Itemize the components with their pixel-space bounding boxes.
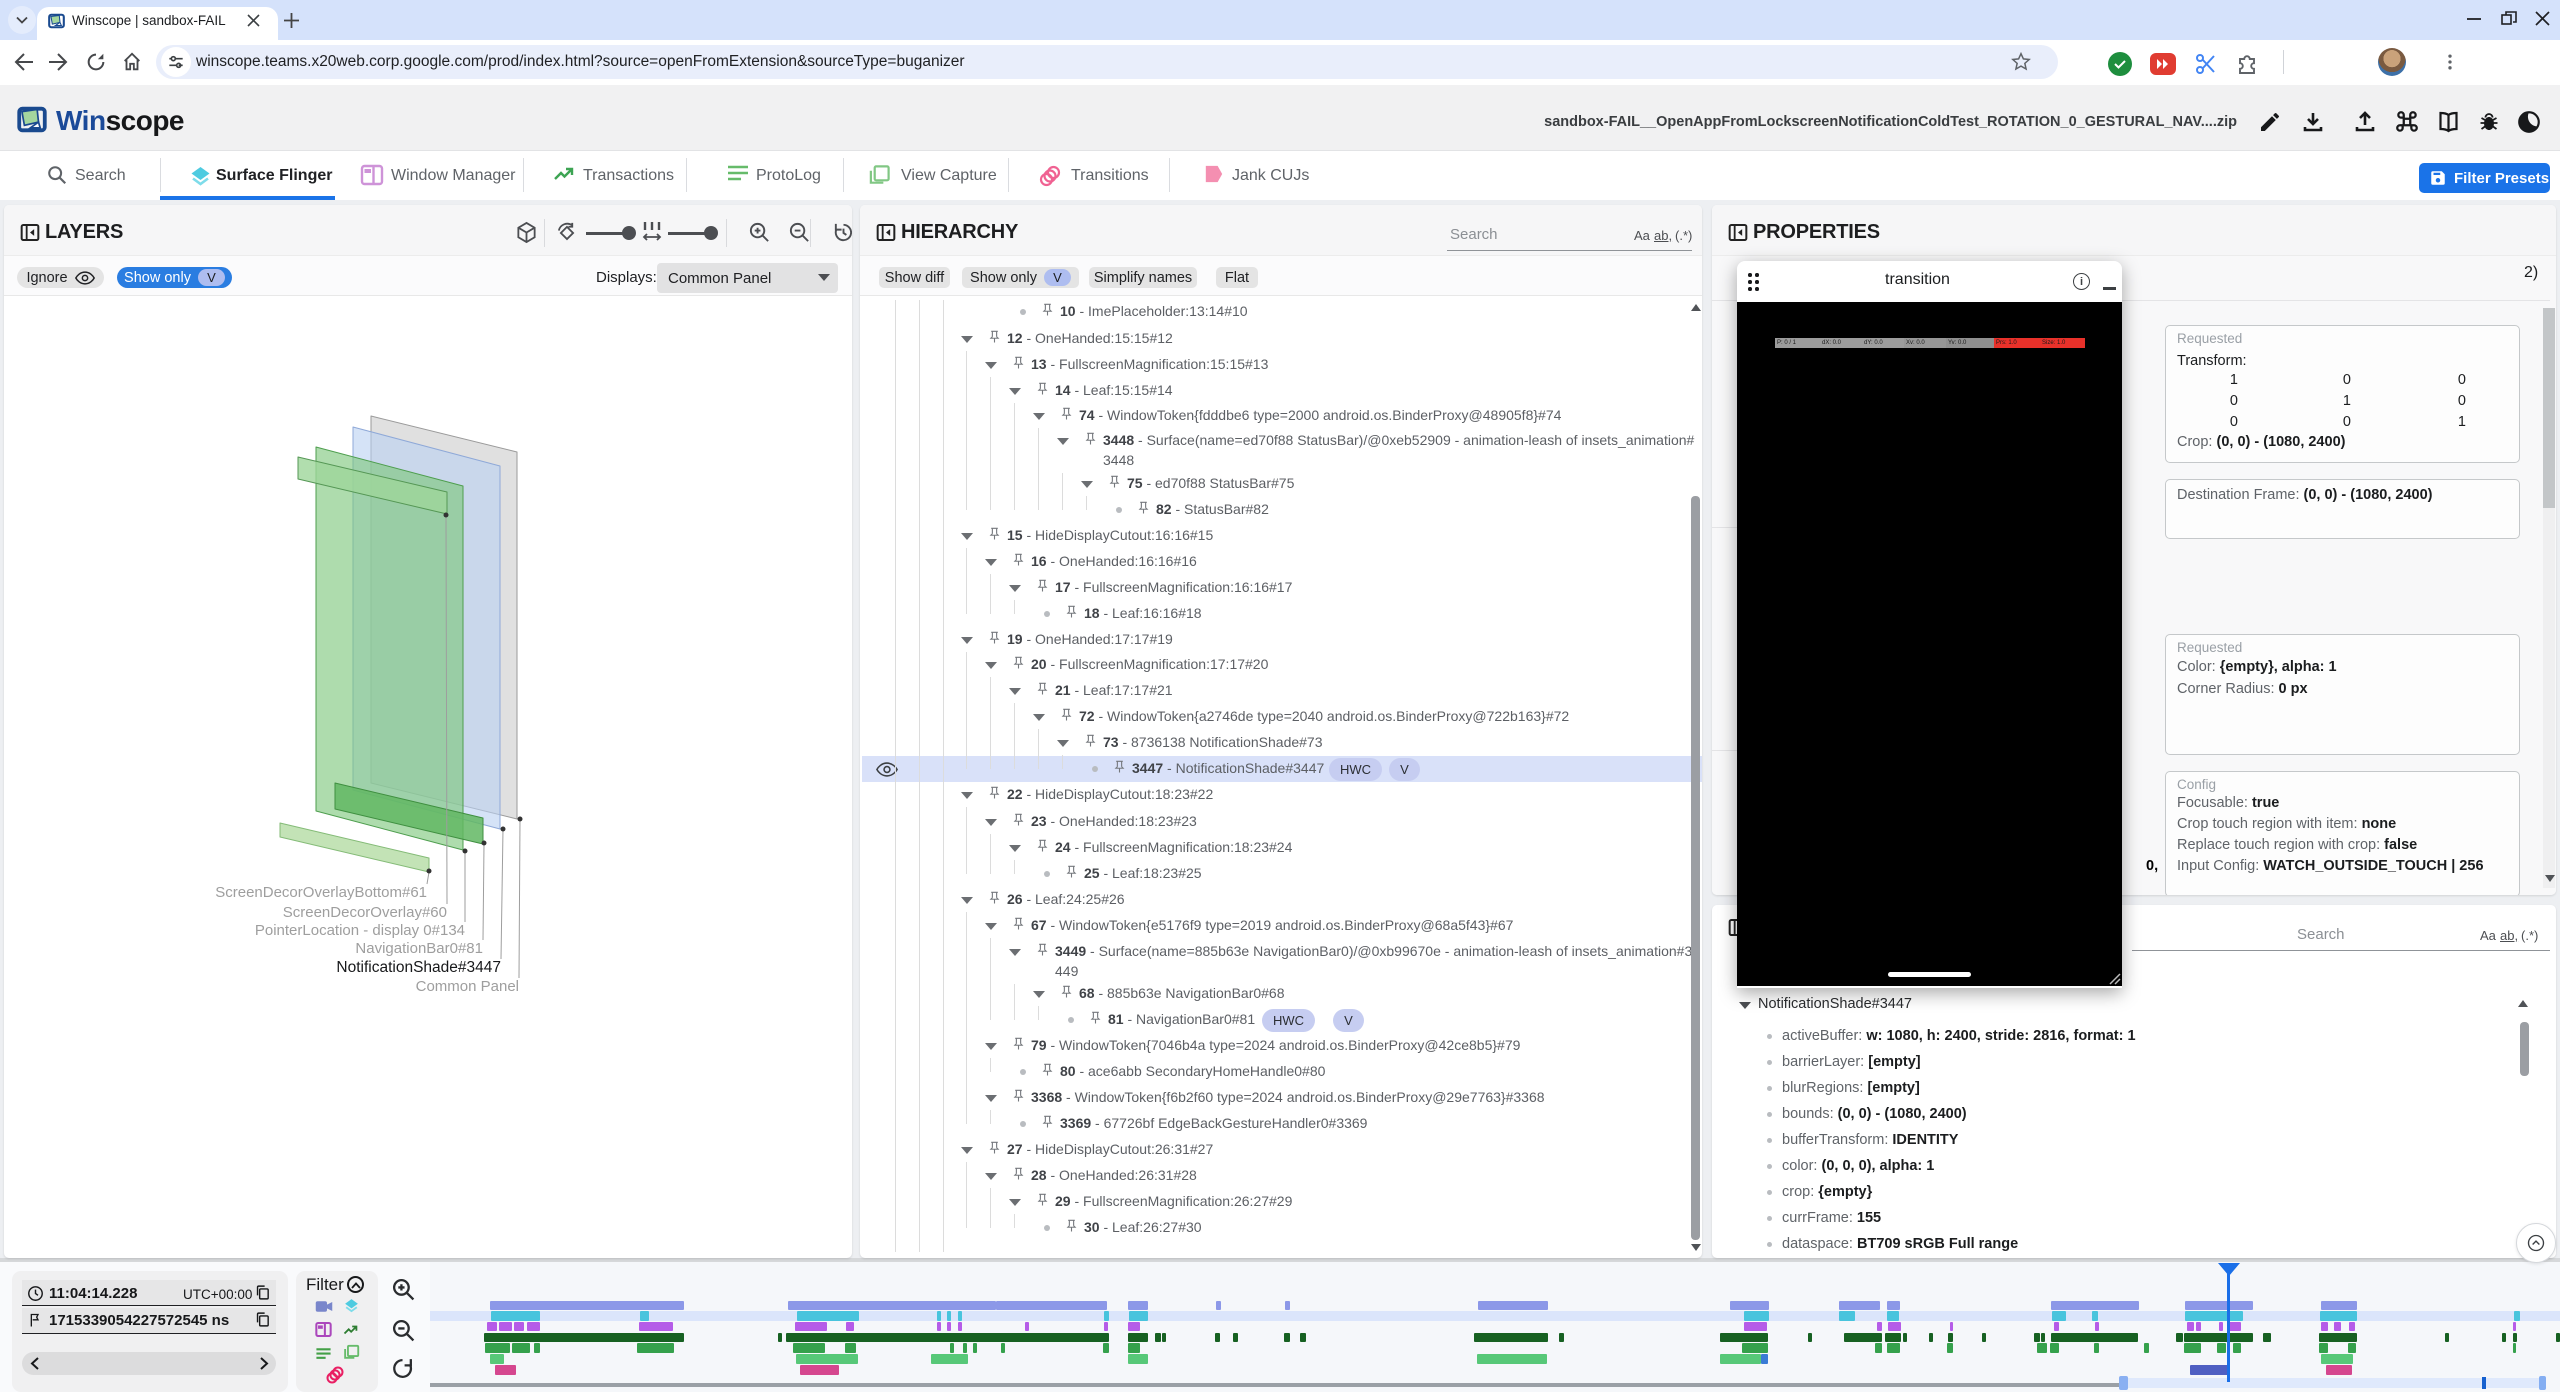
svg-text:ScreenDecorOverlay#60: ScreenDecorOverlay#60 bbox=[283, 904, 447, 921]
svg-text:NotificationShade#3447: NotificationShade#3447 bbox=[336, 959, 501, 976]
svg-text:Common Panel: Common Panel bbox=[416, 978, 519, 995]
svg-text:PointerLocation - display 0#13: PointerLocation - display 0#134 bbox=[255, 922, 465, 939]
svg-text:NavigationBar0#81: NavigationBar0#81 bbox=[355, 940, 483, 957]
svg-text:ScreenDecorOverlayBottom#61: ScreenDecorOverlayBottom#61 bbox=[215, 884, 427, 901]
